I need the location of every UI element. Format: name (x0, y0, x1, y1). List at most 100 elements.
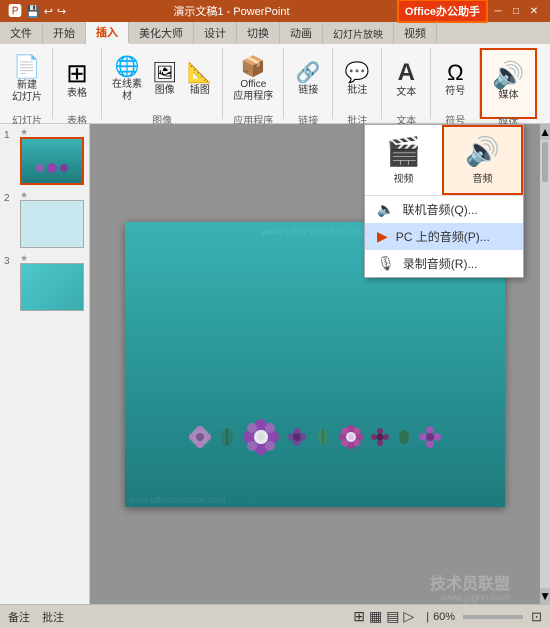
quick-access-save[interactable]: 💾 (26, 5, 40, 18)
title-bar-title: 演示文稿1 - PowerPoint (66, 3, 397, 19)
text-button[interactable]: A 文本 (388, 50, 424, 110)
flower-1 (189, 426, 211, 448)
office-app-icon: 📦 (241, 57, 266, 77)
symbol-button[interactable]: Ω 符号 (437, 50, 473, 110)
zoom-separator: | (426, 611, 429, 623)
slide-number-2: 2 (4, 193, 18, 204)
watermark-jsgho: 技术员联盟 (430, 570, 510, 594)
tab-beautify[interactable]: 美化大师 (129, 22, 194, 44)
link-label: 链接 (298, 85, 318, 97)
new-slide-icon: 📄 (13, 56, 40, 78)
ppt-logo-icon: 🅿 (8, 1, 22, 21)
dropdown-menu: 🎬 视频 🔊 音频 🔈 联机音频(Q)... ▶ PC 上的音频(P)... 🎙… (364, 124, 524, 278)
tab-insert[interactable]: 插入 (86, 22, 129, 44)
view-normal-btn[interactable]: ⊞ (353, 608, 365, 625)
scroll-thumb[interactable] (542, 142, 548, 182)
leaf-1 (219, 427, 235, 447)
online-image-label: 在线素材 (112, 79, 142, 103)
new-slide-button[interactable]: 📄 新建幻灯片 (8, 50, 46, 110)
leaf-2 (315, 427, 331, 447)
group-slides: 📄 新建幻灯片 幻灯片 (2, 48, 53, 119)
flower-2 (287, 427, 307, 447)
dropdown-section-icons: 🎬 视频 🔊 音频 (365, 125, 523, 196)
image-label: 图像 (155, 85, 175, 97)
record-audio-label: 录制音频(R)... (403, 255, 478, 272)
tab-file[interactable]: 文件 (0, 22, 43, 44)
online-image-button[interactable]: 🌐 在线素材 (108, 50, 146, 110)
table-button[interactable]: ⊞ 表格 (59, 50, 95, 110)
tab-slideshow[interactable]: 幻灯片放映 (323, 22, 394, 44)
link-button[interactable]: 🔗 链接 (290, 50, 326, 110)
quick-access-redo[interactable]: ↪ (57, 5, 66, 18)
group-comment-items: 💬 批注 (339, 50, 375, 110)
image-button[interactable]: 🖼 图像 (148, 50, 181, 110)
tab-home[interactable]: 开始 (43, 22, 86, 44)
scroll-up-btn[interactable]: ▲ (540, 124, 550, 140)
table-label: 表格 (67, 88, 87, 100)
office-app-button[interactable]: 📦 Office应用程序 (229, 50, 277, 110)
illustration-button[interactable]: 📐 插图 (183, 50, 216, 110)
text-icon: A (398, 61, 415, 85)
group-table: ⊞ 表格 表格 (53, 48, 102, 119)
group-symbol: Ω 符号 符号 (431, 48, 480, 119)
online-audio-icon: 🔈 (377, 201, 394, 218)
dropdown-item-pc-audio[interactable]: ▶ PC 上的音频(P)... (365, 223, 523, 250)
view-slide-btn[interactable]: ▦ (369, 608, 382, 625)
tab-video[interactable]: 视频 (394, 22, 437, 44)
view-reading-btn[interactable]: ▤ (386, 608, 399, 625)
zoom-fit-btn[interactable]: ⊡ (531, 609, 542, 625)
group-comment: 💬 批注 批注 (333, 48, 382, 119)
title-bar-left: 🅿 💾 ↩ ↪ (8, 1, 66, 21)
media-button[interactable]: 🔊 媒体 (488, 52, 528, 112)
slide-panel: 1 ★ 2 ★ 3 ★ (0, 124, 90, 604)
slide-star-2: ★ (20, 191, 30, 200)
flower-3 (339, 425, 363, 449)
group-images: 🌐 在线素材 🖼 图像 📐 插图 图像 (102, 48, 223, 119)
illustration-icon: 📐 (187, 63, 212, 83)
flower-5 (419, 426, 441, 448)
dropdown-item-online-audio[interactable]: 🔈 联机音频(Q)... (365, 196, 523, 223)
group-slides-items: 📄 新建幻灯片 (8, 50, 46, 110)
slide-number-1: 1 (4, 130, 18, 141)
group-text: A 文本 文本 (382, 48, 431, 119)
tab-animation[interactable]: 动画 (280, 22, 323, 44)
scroll-down-btn[interactable]: ▼ (540, 588, 550, 604)
view-presentation-btn[interactable]: ▷ (403, 608, 414, 625)
close-button[interactable]: ✕ (526, 3, 542, 19)
flower-4 (371, 428, 389, 446)
zoom-slider[interactable] (463, 615, 523, 619)
slide-thumb-1[interactable]: 1 ★ (4, 128, 85, 185)
ribbon-content: 📄 新建幻灯片 幻灯片 ⊞ 表格 表格 🌐 在线素材 🖼 图像 (0, 44, 550, 124)
status-notes[interactable]: 备注 (8, 609, 30, 625)
tab-design[interactable]: 设计 (194, 22, 237, 44)
office-helper-btn[interactable]: Office办公助手 (397, 0, 488, 23)
group-table-items: ⊞ 表格 (59, 50, 95, 110)
comment-button[interactable]: 💬 批注 (339, 50, 375, 110)
dropdown-item-record-audio[interactable]: 🎙 录制音频(R)... (365, 250, 523, 277)
maximize-button[interactable]: □ (508, 3, 524, 19)
scrollbar-vertical[interactable]: ▲ ▼ (540, 124, 550, 604)
status-left: 备注 批注 (8, 609, 64, 625)
link-icon: 🔗 (296, 63, 321, 83)
group-media: 🔊 媒体 媒体 (480, 48, 536, 119)
dropdown-audio-btn[interactable]: 🔊 音频 (442, 125, 523, 195)
watermark-jsgho-url: www.jsgho.com (441, 593, 510, 604)
group-images-items: 🌐 在线素材 🖼 图像 📐 插图 (108, 50, 216, 110)
tab-transition[interactable]: 切换 (237, 22, 280, 44)
status-comment[interactable]: 批注 (42, 609, 64, 625)
table-icon: ⊞ (66, 60, 88, 86)
slide-star-3: ★ (20, 254, 30, 263)
dropdown-video-btn[interactable]: 🎬 视频 (365, 125, 442, 195)
minimize-button[interactable]: ─ (490, 3, 506, 19)
slide-star-1: ★ (20, 128, 30, 137)
slide-thumb-3[interactable]: 3 ★ (4, 254, 85, 311)
group-office-items: 📦 Office应用程序 (229, 50, 277, 110)
slide-thumb-2[interactable]: 2 ★ (4, 191, 85, 248)
media-label: 媒体 (498, 90, 518, 102)
group-text-items: A 文本 (388, 50, 424, 110)
pc-audio-icon: ▶ (377, 228, 388, 245)
dropdown-video-label: 视频 (394, 170, 414, 185)
comment-label: 批注 (347, 85, 367, 97)
group-media-items: 🔊 媒体 (488, 52, 528, 112)
quick-access-undo[interactable]: ↩ (44, 5, 53, 18)
